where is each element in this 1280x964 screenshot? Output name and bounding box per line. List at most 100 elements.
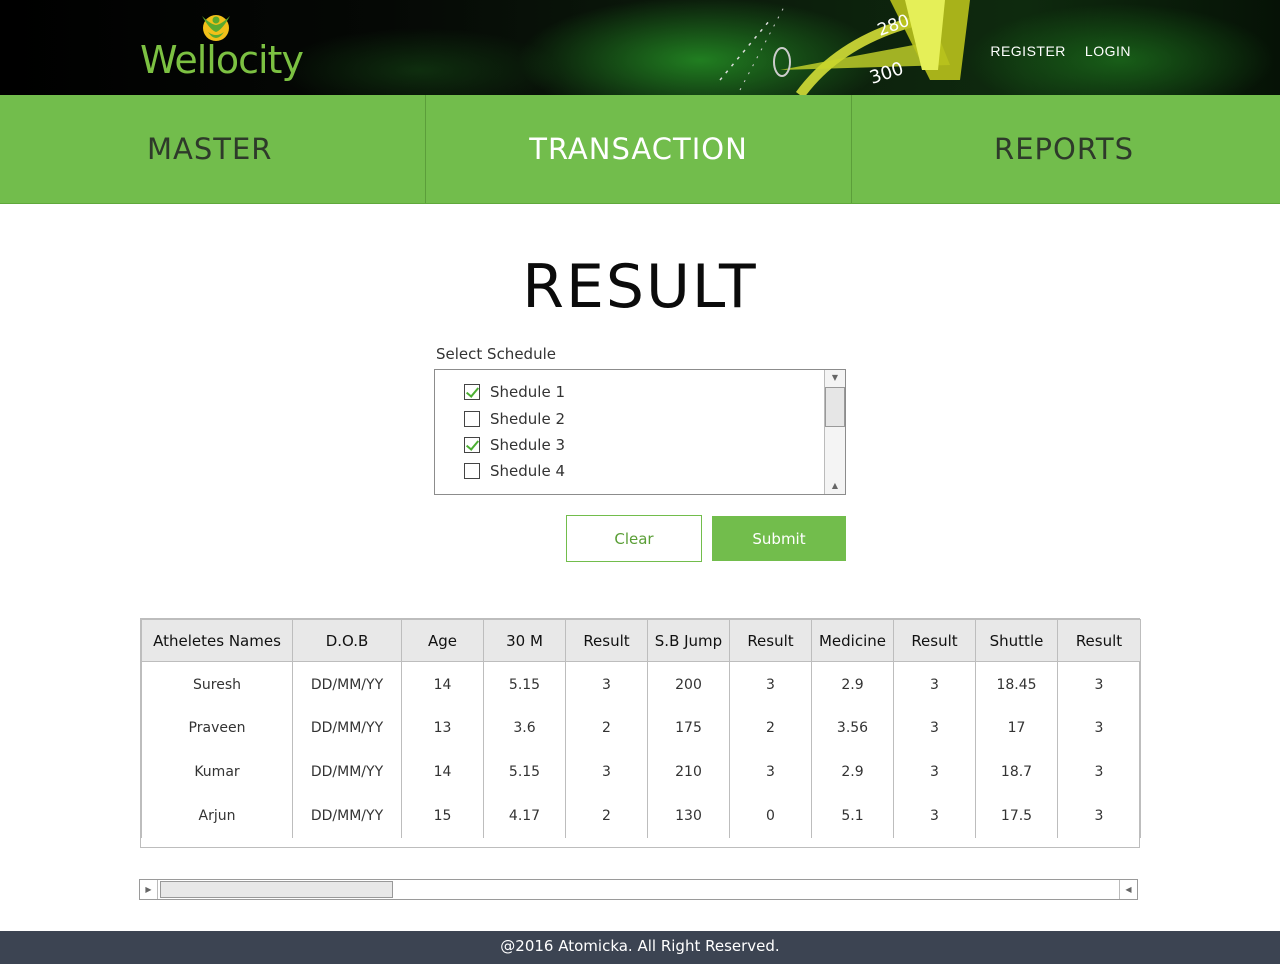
table-cell: 5.15: [483, 661, 566, 706]
table-cell: 2: [565, 705, 648, 750]
column-header[interactable]: Age: [401, 619, 484, 662]
scrollbar-thumb[interactable]: [825, 387, 845, 427]
table-cell: 175: [647, 705, 730, 750]
footer: @2016 Atomicka. All Right Reserved.: [0, 931, 1280, 964]
table-header-row: Atheletes Names D.O.B Age 30 M Result S.…: [141, 619, 1141, 662]
table-cell: 130: [647, 793, 730, 838]
register-link[interactable]: REGISTER: [990, 43, 1066, 59]
table-row: Suresh DD/MM/YY 14 5.15 3 200 3 2.9 3 18…: [141, 661, 1141, 706]
table-cell: 3: [893, 661, 976, 706]
schedule-option[interactable]: Shedule 4: [464, 462, 565, 480]
schedule-option-label: Shedule 2: [490, 410, 565, 428]
column-header[interactable]: D.O.B: [292, 619, 402, 662]
nav-item-transaction[interactable]: TRANSACTION: [426, 95, 852, 203]
brand-name: Wellocity: [140, 38, 304, 82]
copyright-text: @2016 Atomicka. All Right Reserved.: [500, 937, 780, 955]
schedule-option-label: Shedule 1: [490, 383, 565, 401]
checkbox-unchecked[interactable]: [464, 463, 480, 479]
scroll-right-arrow-icon[interactable]: ▶: [140, 880, 158, 899]
submit-button[interactable]: Submit: [712, 516, 846, 561]
header-banner: 280 300 Wellocity REGISTER LOGIN: [0, 0, 1280, 95]
page-title: RESULT: [522, 252, 758, 322]
table-cell: 2: [565, 793, 648, 838]
table-cell: 3: [729, 749, 812, 794]
table-cell: 210: [647, 749, 730, 794]
schedule-listbox[interactable]: Shedule 1 Shedule 2 Shedule 3 Shedule 4 …: [434, 369, 846, 495]
table-cell: 3.6: [483, 705, 566, 750]
nav-item-reports[interactable]: REPORTS: [852, 95, 1280, 203]
schedule-label: Select Schedule: [436, 345, 556, 363]
schedule-option[interactable]: Shedule 3: [464, 436, 565, 454]
speedometer-graphic: 280 300: [719, 0, 970, 95]
column-header[interactable]: Atheletes Names: [141, 619, 293, 662]
nav-item-master[interactable]: MASTER: [0, 95, 426, 203]
checkbox-checked[interactable]: [464, 384, 480, 400]
column-header[interactable]: 30 M: [483, 619, 566, 662]
table-cell: DD/MM/YY: [292, 661, 402, 706]
table-cell: 3: [1057, 749, 1141, 794]
schedule-option-label: Shedule 4: [490, 462, 565, 480]
column-header[interactable]: S.B Jump: [647, 619, 730, 662]
table-cell: DD/MM/YY: [292, 705, 402, 750]
table-cell: 14: [401, 749, 484, 794]
table-cell: Suresh: [141, 661, 293, 706]
table-cell: 18.45: [975, 661, 1058, 706]
column-header[interactable]: Shuttle: [975, 619, 1058, 662]
schedule-option[interactable]: Shedule 1: [464, 383, 565, 401]
scroll-up-arrow-icon[interactable]: ▲: [825, 478, 845, 494]
table-row: Praveen DD/MM/YY 13 3.6 2 175 2 3.56 3 1…: [141, 705, 1141, 750]
table-cell: 2.9: [811, 661, 894, 706]
table-cell: 3: [729, 661, 812, 706]
table-cell: DD/MM/YY: [292, 793, 402, 838]
top-links: REGISTER LOGIN: [990, 43, 1131, 59]
table-cell: 3: [893, 749, 976, 794]
table-cell: 4.17: [483, 793, 566, 838]
login-link[interactable]: LOGIN: [1085, 43, 1131, 59]
brand-logo[interactable]: Wellocity: [140, 10, 304, 86]
table-cell: Kumar: [141, 749, 293, 794]
schedule-scrollbar[interactable]: ▼ ▲: [824, 370, 845, 494]
table-cell: 17.5: [975, 793, 1058, 838]
table-cell: 15: [401, 793, 484, 838]
table-cell: 2.9: [811, 749, 894, 794]
table-cell: 5.15: [483, 749, 566, 794]
column-header[interactable]: Result: [729, 619, 812, 662]
table-cell: 2: [729, 705, 812, 750]
table-cell: 3: [893, 793, 976, 838]
checkbox-checked[interactable]: [464, 437, 480, 453]
column-header[interactable]: Medicine: [811, 619, 894, 662]
column-header[interactable]: Result: [893, 619, 976, 662]
table-cell: 3.56: [811, 705, 894, 750]
speed-mark: 280: [875, 11, 912, 41]
table-cell: Praveen: [141, 705, 293, 750]
clear-button[interactable]: Clear: [566, 515, 702, 562]
checkbox-unchecked[interactable]: [464, 411, 480, 427]
scrollbar-thumb[interactable]: [160, 881, 393, 898]
table-cell: 13: [401, 705, 484, 750]
schedule-option[interactable]: Shedule 2: [464, 410, 565, 428]
main-nav: MASTER TRANSACTION REPORTS: [0, 95, 1280, 204]
results-table: Atheletes Names D.O.B Age 30 M Result S.…: [140, 618, 1141, 848]
table-cell: 3: [893, 705, 976, 750]
table-cell: 3: [565, 661, 648, 706]
results-grid: Atheletes Names D.O.B Age 30 M Result S.…: [141, 619, 1141, 838]
table-cell: 3: [1057, 705, 1141, 750]
table-cell: 0: [729, 793, 812, 838]
table-cell: Arjun: [141, 793, 293, 838]
table-cell: 17: [975, 705, 1058, 750]
table-row: Arjun DD/MM/YY 15 4.17 2 130 0 5.1 3 17.…: [141, 793, 1141, 838]
table-cell: 3: [565, 749, 648, 794]
column-header[interactable]: Result: [1057, 619, 1141, 662]
table-cell: 200: [647, 661, 730, 706]
table-cell: 5.1: [811, 793, 894, 838]
table-horizontal-scrollbar[interactable]: ▶ ◀: [139, 879, 1138, 900]
table-row: Kumar DD/MM/YY 14 5.15 3 210 3 2.9 3 18.…: [141, 749, 1141, 794]
table-cell: 18.7: [975, 749, 1058, 794]
table-cell: DD/MM/YY: [292, 749, 402, 794]
scroll-left-arrow-icon[interactable]: ◀: [1119, 880, 1137, 899]
table-cell: 3: [1057, 793, 1141, 838]
column-header[interactable]: Result: [565, 619, 648, 662]
table-cell: 14: [401, 661, 484, 706]
table-cell: 3: [1057, 661, 1141, 706]
scroll-down-arrow-icon[interactable]: ▼: [825, 370, 845, 386]
